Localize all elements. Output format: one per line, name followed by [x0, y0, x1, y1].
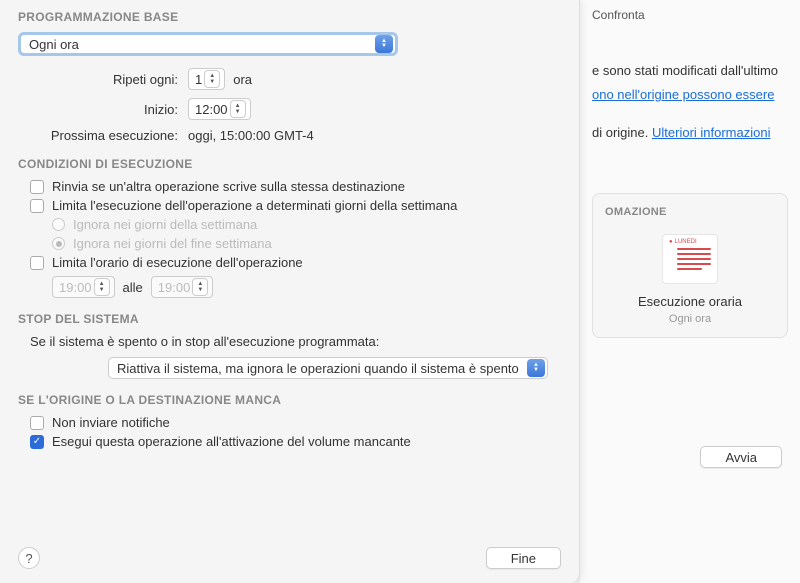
- info-link-1[interactable]: ono nell'origine possono essere: [592, 87, 774, 102]
- confronta-label[interactable]: Confronta: [592, 8, 788, 22]
- defer-label: Rinvia se un'altra operazione scrive sul…: [52, 179, 405, 194]
- systemstop-select[interactable]: Riattiva il sistema, ma ignora le operaz…: [108, 357, 548, 379]
- systemstop-intro: Se il sistema è spento o in stop all'ese…: [18, 334, 561, 349]
- automation-card: OMAZIONE ● LUNEDI Esecuzione oraria Ogni…: [592, 193, 788, 338]
- ignore-weekdays-radio: [52, 218, 65, 231]
- time-from-input: 19:00 ▲▼: [52, 276, 115, 298]
- done-button[interactable]: Fine: [486, 547, 561, 569]
- next-run-label: Prossima esecuzione:: [18, 128, 188, 143]
- ignore-weekdays-label: Ignora nei giorni della settimana: [73, 217, 257, 232]
- defer-checkbox[interactable]: [30, 180, 44, 194]
- limit-time-label: Limita l'orario di esecuzione dell'opera…: [52, 255, 303, 270]
- stepper-icon: ▲▼: [192, 278, 208, 296]
- run-on-mount-checkbox[interactable]: ✓: [30, 435, 44, 449]
- limit-time-checkbox[interactable]: [30, 256, 44, 270]
- systemstop-value: Riattiva il sistema, ma ignora le operaz…: [117, 361, 519, 376]
- next-run-value: oggi, 15:00:00 GMT-4: [188, 128, 314, 143]
- start-time-input[interactable]: 12:00 ▲▼: [188, 98, 251, 120]
- time-to-input: 19:00 ▲▼: [151, 276, 214, 298]
- section-systemstop-title: STOP DEL SISTEMA: [18, 312, 561, 326]
- info-link-2[interactable]: Ulteriori informazioni: [652, 125, 770, 140]
- repeat-label: Ripeti ogni:: [18, 72, 188, 87]
- chevron-updown-icon: ▲▼: [527, 359, 545, 377]
- calendar-icon: ● LUNEDI: [662, 234, 718, 284]
- automation-item-sub: Ogni ora: [669, 313, 711, 325]
- section-schedule-title: PROGRAMMAZIONE BASE: [18, 10, 561, 24]
- repeat-value-input[interactable]: 1 ▲▼: [188, 68, 225, 90]
- frequency-select[interactable]: Ogni ora ▲▼: [18, 32, 398, 56]
- stepper-icon[interactable]: ▲▼: [204, 70, 220, 88]
- stepper-icon[interactable]: ▲▼: [230, 100, 246, 118]
- info-text-1: e sono stati modificati dall'ultimo: [592, 62, 788, 80]
- repeat-unit: ora: [233, 72, 252, 87]
- run-on-mount-label: Esegui questa operazione all'attivazione…: [52, 434, 411, 449]
- no-notify-checkbox[interactable]: [30, 416, 44, 430]
- frequency-value: Ogni ora: [29, 37, 79, 52]
- start-label: Inizio:: [18, 102, 188, 117]
- ignore-weekend-label: Ignora nei giorni del fine settimana: [73, 236, 272, 251]
- info-text-2: di origine. Ulteriori informazioni: [592, 124, 788, 142]
- help-button[interactable]: ?: [18, 547, 40, 569]
- no-notify-label: Non inviare notifiche: [52, 415, 170, 430]
- automation-item-title: Esecuzione oraria: [638, 294, 742, 309]
- section-missing-title: SE L'ORIGINE O LA DESTINAZIONE MANCA: [18, 393, 561, 407]
- limit-days-checkbox[interactable]: [30, 199, 44, 213]
- time-separator: alle: [123, 280, 143, 295]
- section-conditions-title: CONDIZIONI DI ESECUZIONE: [18, 157, 561, 171]
- start-button[interactable]: Avvia: [700, 446, 782, 468]
- schedule-dialog: PROGRAMMAZIONE BASE Ogni ora ▲▼ Ripeti o…: [0, 0, 580, 583]
- chevron-updown-icon: ▲▼: [375, 35, 393, 53]
- limit-days-label: Limita l'esecuzione dell'operazione a de…: [52, 198, 457, 213]
- ignore-weekend-radio: [52, 237, 65, 250]
- automation-heading: OMAZIONE: [605, 206, 775, 218]
- automation-item[interactable]: ● LUNEDI Esecuzione oraria Ogni ora: [605, 234, 775, 325]
- background-panel: Confronta e sono stati modificati dall'u…: [580, 0, 800, 583]
- stepper-icon: ▲▼: [94, 278, 110, 296]
